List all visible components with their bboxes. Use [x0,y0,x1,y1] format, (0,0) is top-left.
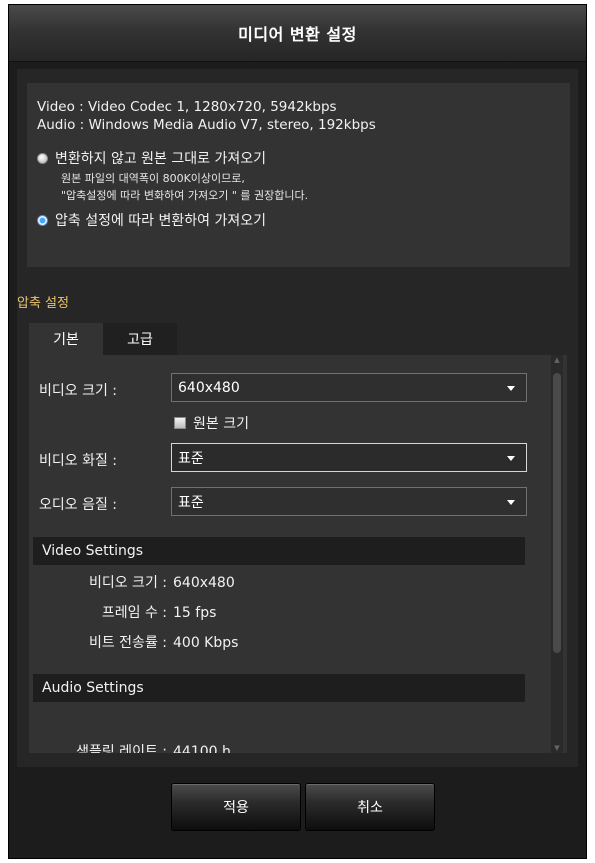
panel-scrollbar[interactable]: ▲ ▼ [551,355,563,753]
video-settings-value: 15 fps [173,605,217,621]
video-quality-select[interactable]: 표준 [171,443,527,472]
video-size-value: 640x480 [178,379,240,396]
tab-advanced[interactable]: 고급 [103,323,177,355]
dialog-body: Video : Video Codec 1, 1280x720, 5942kbp… [17,69,578,767]
audio-quality-select[interactable]: 표준 [171,487,527,516]
video-settings-header: Video Settings [33,537,525,565]
original-size-label: 원본 크기 [193,416,249,432]
audio-info: Audio : Windows Media Audio V7, stereo, … [37,117,376,133]
audio-settings-value: 44100 h [173,744,231,753]
video-settings-key: 프레임 수 : [101,605,167,621]
compression-section-label: 압축 설정 [17,296,69,311]
chevron-down-icon [507,456,515,461]
bandwidth-note-1: 원본 파일의 대역폭이 800K이상이므로, [61,172,245,185]
video-info: Video : Video Codec 1, 1280x720, 5942kbp… [37,99,337,115]
title-bar: 미디어 변환 설정 [9,5,586,62]
original-size-checkbox-row[interactable]: 원본 크기 [174,413,249,433]
radio-keep-original-label: 변환하지 않고 원본 그대로 가져오기 [55,151,266,167]
audio-settings-row-partial: 샘플링 레이트 : 44100 h [33,741,231,753]
radio-convert-button[interactable] [37,214,48,226]
video-settings-value: 400 Kbps [173,635,239,651]
original-size-checkbox[interactable] [174,417,186,429]
chevron-down-icon [507,386,515,391]
scroll-down-icon[interactable]: ▼ [551,743,563,753]
media-conversion-dialog: 미디어 변환 설정 Video : Video Codec 1, 1280x72… [8,4,587,859]
video-settings-value: 640x480 [173,575,235,591]
audio-quality-value: 표준 [178,494,204,511]
dialog-title: 미디어 변환 설정 [238,25,357,44]
video-quality-label: 비디오 화질 : [39,453,118,469]
video-quality-value: 표준 [178,450,204,467]
video-settings-row: 비디오 크기 : 640x480 [33,572,235,592]
radio-keep-original-button[interactable] [37,152,48,164]
compression-tabs: 기본 고급 [29,323,177,355]
apply-button[interactable]: 적용 [171,783,301,831]
video-size-label: 비디오 크기 : [39,383,118,399]
scroll-up-icon[interactable]: ▲ [551,355,563,365]
tab-basic[interactable]: 기본 [29,323,103,355]
video-settings-row: 프레임 수 : 15 fps [33,602,217,622]
cancel-button[interactable]: 취소 [305,783,435,831]
basic-tab-panel: 비디오 크기 : 640x480 원본 크기 비디오 화질 : 표준 오디오 음… [29,355,567,753]
audio-settings-key: 샘플링 레이트 : [76,744,167,753]
video-size-select[interactable]: 640x480 [171,373,527,402]
video-settings-key: 비트 전송률 : [88,635,167,651]
radio-convert[interactable]: 압축 설정에 따라 변환하여 가져오기 [37,210,266,230]
scroll-thumb[interactable] [553,373,561,653]
chevron-down-icon [507,500,515,505]
radio-convert-label: 압축 설정에 따라 변환하여 가져오기 [55,213,266,229]
source-info-panel: Video : Video Codec 1, 1280x720, 5942kbp… [27,83,570,267]
audio-settings-header: Audio Settings [33,674,525,702]
bandwidth-note-2: "압축설정에 따라 변화하여 가져오기 " 를 권장합니다. [61,189,309,202]
video-settings-key: 비디오 크기 : [88,575,167,591]
radio-keep-original[interactable]: 변환하지 않고 원본 그대로 가져오기 [37,148,266,168]
video-settings-row: 비트 전송률 : 400 Kbps [33,632,238,652]
audio-quality-label: 오디오 음질 : [39,497,118,513]
